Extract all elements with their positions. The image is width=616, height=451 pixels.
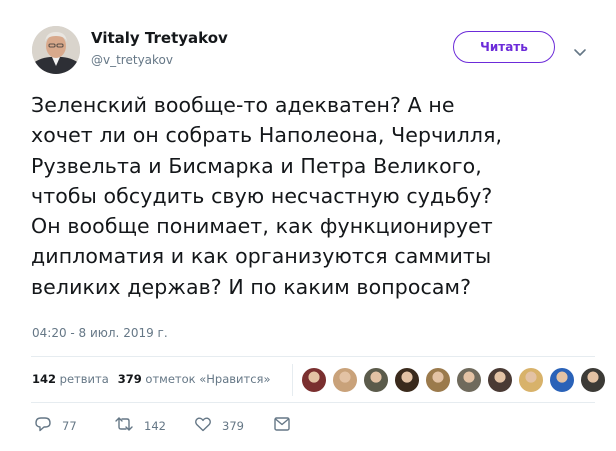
liker-avatar[interactable]	[394, 367, 420, 393]
divider	[31, 402, 595, 403]
liker-avatar[interactable]	[580, 367, 606, 393]
likes-label: отметок «Нравится»	[145, 372, 271, 386]
author-name[interactable]: Vitaly Tretyakov	[91, 29, 228, 47]
envelope-icon	[273, 415, 291, 437]
retweets-stat[interactable]: 142 ретвита	[32, 372, 109, 386]
retweets-label: ретвита	[59, 372, 109, 386]
likes-count: 379	[117, 372, 142, 386]
author-handle[interactable]: @v_tretyakov	[91, 53, 173, 67]
reply-icon	[34, 415, 52, 437]
liker-avatar[interactable]	[518, 367, 544, 393]
likes-stat[interactable]: 379 отметок «Нравится»	[118, 372, 271, 386]
liker-avatars	[301, 367, 611, 393]
liker-avatar[interactable]	[425, 367, 451, 393]
avatar[interactable]	[32, 26, 80, 74]
heart-icon	[194, 415, 212, 437]
tweet-stats: 142 ретвита 379 отметок «Нравится»	[32, 372, 271, 386]
liker-avatar[interactable]	[332, 367, 358, 393]
reply-count: 77	[62, 419, 77, 433]
retweet-icon	[114, 415, 134, 437]
chevron-down-icon[interactable]	[573, 43, 587, 56]
liker-avatar[interactable]	[363, 367, 389, 393]
tweet-timestamp[interactable]: 04:20 - 8 июл. 2019 г.	[32, 326, 168, 340]
divider	[31, 356, 595, 357]
like-count: 379	[222, 419, 244, 433]
liker-avatar[interactable]	[301, 367, 327, 393]
retweets-count: 142	[32, 372, 57, 386]
tweet-card: Vitaly Tretyakov @v_tretyakov Читать Зел…	[0, 0, 616, 451]
follow-button[interactable]: Читать	[453, 31, 555, 63]
reply-button[interactable]: 77	[34, 416, 77, 436]
retweet-count: 142	[144, 419, 166, 433]
retweet-button[interactable]: 142	[114, 416, 166, 436]
stats-separator	[292, 364, 293, 396]
message-button[interactable]	[273, 416, 291, 436]
liker-avatar[interactable]	[487, 367, 513, 393]
liker-avatar[interactable]	[456, 367, 482, 393]
liker-avatar[interactable]	[549, 367, 575, 393]
tweet-text: Зеленский вообще-то адекватен? А не хоче…	[31, 93, 503, 299]
like-button[interactable]: 379	[194, 416, 244, 436]
